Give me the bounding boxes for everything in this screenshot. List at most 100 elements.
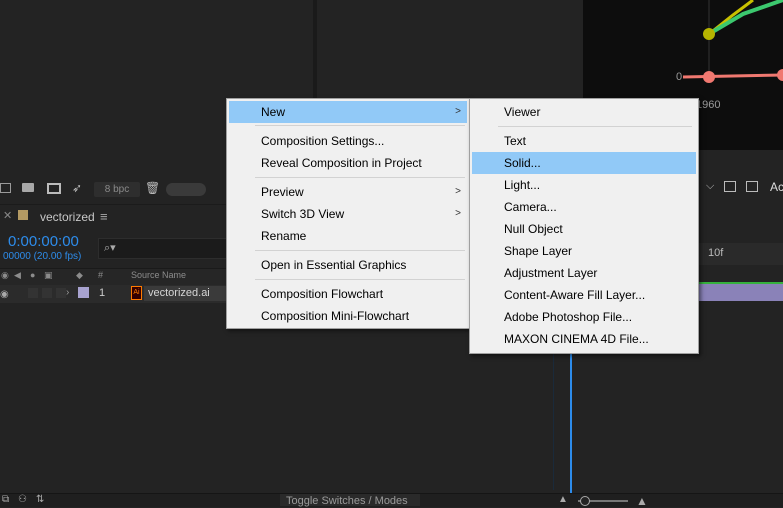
interpret-footage-icon[interactable]: [0, 183, 11, 193]
new-submenu: Viewer Text Solid... Light... Camera... …: [469, 98, 699, 354]
frame-blending-icon[interactable]: ⇅: [36, 494, 44, 505]
menu-item-label: Camera...: [504, 200, 557, 214]
layer-search-input[interactable]: [98, 238, 230, 259]
new-composition-icon[interactable]: [47, 183, 61, 194]
menu-separator: [255, 177, 465, 178]
frame-rate-display: 00000 (20.00 fps): [3, 251, 82, 262]
bit-depth-button[interactable]: 8 bpc: [94, 182, 140, 197]
menu-item-open-essential-graphics[interactable]: Open in Essential Graphics: [229, 254, 467, 276]
layer-label-color[interactable]: [78, 287, 89, 298]
chevron-right-icon: >: [455, 106, 461, 117]
label-tag-icon: ◆: [76, 270, 83, 280]
menu-separator: [498, 126, 692, 127]
composition-color-swatch: [18, 210, 28, 220]
chevron-down-icon[interactable]: ⌵: [706, 180, 714, 193]
submenu-item-viewer[interactable]: Viewer: [472, 101, 696, 123]
submenu-item-light[interactable]: Light...: [472, 174, 696, 196]
new-folder-icon[interactable]: [22, 183, 34, 192]
render-icon[interactable]: [724, 181, 736, 192]
menu-item-composition-settings[interactable]: Composition Settings...: [229, 130, 467, 152]
timeline-panel-header: [0, 204, 228, 231]
layer-number-header: #: [98, 270, 104, 280]
comp-flowchart-icon[interactable]: ⧉: [2, 494, 9, 505]
close-icon[interactable]: ✕: [3, 209, 12, 222]
submenu-item-camera[interactable]: Camera...: [472, 196, 696, 218]
menu-item-label: Adobe Photoshop File...: [504, 310, 633, 324]
composition-tab-title[interactable]: vectorized: [40, 210, 95, 224]
adjust-settings-icon[interactable]: ➶: [72, 181, 82, 195]
timeline-toolbar: ⌵ Ac: [698, 180, 783, 196]
menu-item-label: Switch 3D View: [261, 207, 345, 221]
grid-icon[interactable]: [746, 181, 758, 192]
audio-icon: ◀: [14, 270, 21, 280]
menu-item-label: Composition Settings...: [261, 134, 385, 148]
trash-icon[interactable]: 🗑: [145, 181, 160, 195]
submenu-item-cinema-4d-file[interactable]: MAXON CINEMA 4D File...: [472, 328, 696, 350]
menu-item-label: MAXON CINEMA 4D File...: [504, 332, 649, 346]
menu-item-label: Composition Flowchart: [261, 287, 384, 301]
menu-separator: [255, 279, 465, 280]
layer-duration-bar[interactable]: [698, 284, 783, 301]
source-name-header[interactable]: Source Name: [131, 270, 186, 280]
submenu-item-shape-layer[interactable]: Shape Layer: [472, 240, 696, 262]
chevron-right-icon: >: [455, 186, 461, 197]
solo-icon: ●: [30, 270, 36, 280]
chart-y-zero-label: 0: [676, 71, 683, 83]
audio-switch[interactable]: [28, 288, 38, 298]
menu-item-composition-mini-flowchart[interactable]: Composition Mini-Flowchart: [229, 305, 467, 327]
layer-number: 1: [99, 287, 106, 299]
lock-icon: ▣: [44, 270, 53, 280]
chart-x-year-label: 1960: [696, 99, 721, 111]
eye-icon[interactable]: ◉: [0, 289, 9, 300]
menu-item-reveal-composition[interactable]: Reveal Composition in Project: [229, 152, 467, 174]
data-point-marker: [777, 69, 783, 81]
time-ruler-mark: 10f: [708, 247, 724, 259]
submenu-item-null-object[interactable]: Null Object: [472, 218, 696, 240]
menu-item-label: Shape Layer: [504, 244, 573, 258]
submenu-item-solid[interactable]: Solid...: [472, 152, 696, 174]
submenu-item-photoshop-file[interactable]: Adobe Photoshop File...: [472, 306, 696, 328]
menu-item-label: Composition Mini-Flowchart: [261, 309, 410, 323]
lock-switch[interactable]: [56, 288, 66, 298]
menu-item-label: Open in Essential Graphics: [261, 258, 407, 272]
data-point-marker: [703, 71, 715, 83]
menu-item-switch-3d-view[interactable]: Switch 3D View >: [229, 203, 467, 225]
layer-name: vectorized.ai: [148, 287, 210, 299]
menu-item-composition-flowchart[interactable]: Composition Flowchart: [229, 283, 467, 305]
zoom-out-icon[interactable]: ▲: [558, 494, 568, 505]
project-scrollbar[interactable]: [166, 183, 206, 196]
solo-switch[interactable]: [42, 288, 52, 298]
chevron-right-icon: >: [455, 208, 461, 219]
chevron-right-icon[interactable]: ›: [66, 287, 69, 298]
panel-menu-icon[interactable]: ≡: [100, 209, 108, 224]
current-time-display[interactable]: 0:00:00:00: [8, 233, 79, 250]
menu-item-label: Viewer: [504, 105, 541, 119]
submenu-item-adjustment-layer[interactable]: Adjustment Layer: [472, 262, 696, 284]
search-icon: ⌕▾: [104, 242, 116, 254]
menu-item-label: Content-Aware Fill Layer...: [504, 288, 646, 302]
menu-item-label: Null Object: [504, 222, 563, 236]
toggle-switches-modes-button[interactable]: Toggle Switches / Modes: [286, 495, 408, 507]
menu-item-label: Reveal Composition in Project: [261, 156, 422, 170]
submenu-item-text[interactable]: Text: [472, 130, 696, 152]
menu-item-rename[interactable]: Rename: [229, 225, 467, 247]
data-point-marker: [703, 28, 715, 40]
illustrator-file-icon: Ai: [131, 286, 142, 300]
menu-item-label: Solid...: [504, 156, 541, 170]
menu-item-preview[interactable]: Preview >: [229, 181, 467, 203]
menu-item-label: Rename: [261, 229, 307, 243]
menu-separator: [255, 250, 465, 251]
context-menu: New > Composition Settings... Reveal Com…: [226, 98, 470, 329]
menu-item-label: Text: [504, 134, 527, 148]
menu-item-label: New: [261, 105, 286, 119]
menu-item-label: Adjustment Layer: [504, 266, 598, 280]
menu-item-label: Light...: [504, 178, 541, 192]
render-time-icon[interactable]: ⚇: [18, 494, 27, 505]
menu-item-new[interactable]: New >: [229, 101, 467, 123]
video-visibility-icon: ◉: [1, 270, 9, 280]
timeline-toolbar-text[interactable]: Ac: [770, 180, 783, 194]
zoom-slider-handle[interactable]: [580, 496, 590, 506]
submenu-item-content-aware-fill[interactable]: Content-Aware Fill Layer...: [472, 284, 696, 306]
menu-item-label: Preview: [261, 185, 304, 199]
menu-separator: [255, 125, 465, 126]
